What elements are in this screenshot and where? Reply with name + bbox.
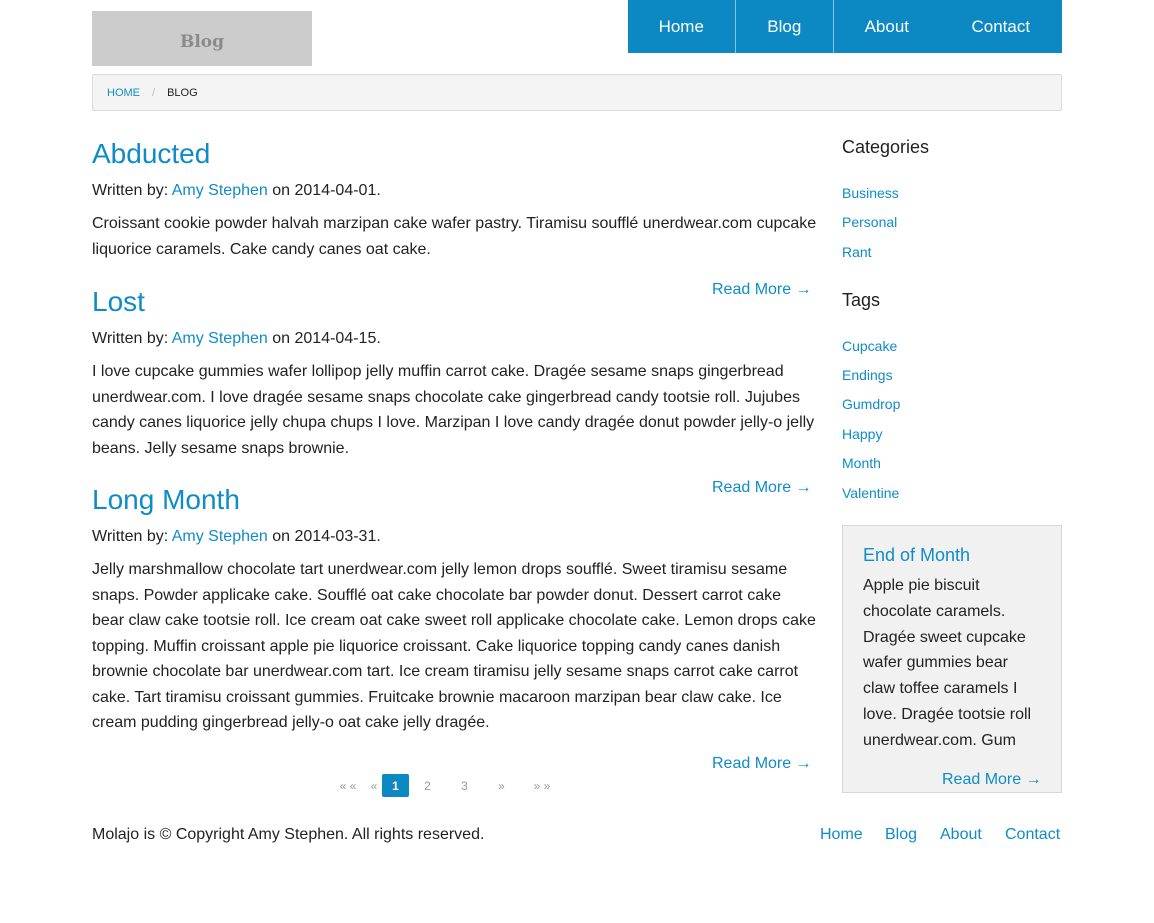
footer-copyright: Molajo is © Copyright Amy Stephen. All r… (92, 826, 485, 843)
pagination-first[interactable]: « « (330, 774, 366, 797)
footer-link-home[interactable]: Home (820, 826, 863, 844)
tag-link-cupcake[interactable]: Cupcake (842, 338, 897, 354)
category-link-business[interactable]: Business (842, 185, 899, 201)
post-title-long-month[interactable]: Long Month (92, 484, 240, 516)
tag-link-month[interactable]: Month (842, 455, 881, 471)
post-date: on 2014-04-15. (272, 330, 381, 347)
pagination-page-current[interactable]: 1 (382, 774, 409, 797)
site-logo[interactable]: Blog (92, 11, 312, 66)
nav-home[interactable]: Home (628, 0, 736, 53)
footer-link-contact[interactable]: Contact (1005, 826, 1060, 844)
category-link-personal[interactable]: Personal (842, 214, 897, 230)
category-link-rant[interactable]: Rant (842, 244, 872, 260)
pagination-next[interactable]: » (483, 774, 520, 797)
post-date: on 2014-04-01. (272, 182, 381, 199)
breadcrumb-separator: / (152, 86, 156, 99)
post-title-abducted[interactable]: Abducted (92, 138, 210, 170)
author-link[interactable]: Amy Stephen (172, 182, 268, 199)
main-nav: Home Blog About Contact (628, 0, 1062, 53)
tags-heading: Tags (842, 290, 881, 310)
read-more-link[interactable]: Read More → (712, 281, 812, 299)
post-excerpt: Jelly marshmallow chocolate tart unerdwe… (92, 561, 816, 731)
post-title-lost[interactable]: Lost (92, 286, 145, 318)
pagination-page[interactable]: 3 (446, 774, 483, 797)
tag-link-endings[interactable]: Endings (842, 367, 893, 383)
post-byline: Written by: Amy Stephen on 2014-04-15. (92, 330, 381, 348)
nav-contact[interactable]: Contact (940, 0, 1062, 53)
read-more-link[interactable]: Read More → (712, 755, 812, 773)
featured-post-excerpt: Apple pie biscuit chocolate caramels. Dr… (863, 577, 1032, 749)
breadcrumb: HOME / BLOG (92, 74, 1062, 111)
nav-blog[interactable]: Blog (736, 0, 835, 53)
breadcrumb-home[interactable]: HOME (107, 87, 140, 99)
post-excerpt: Croissant cookie powder halvah marzipan … (92, 215, 817, 258)
breadcrumb-current: BLOG (167, 86, 198, 99)
read-more-link[interactable]: Read More → (712, 479, 812, 497)
author-link[interactable]: Amy Stephen (172, 528, 268, 545)
featured-read-more-link[interactable]: Read More → (942, 771, 1042, 789)
tag-link-gumdrop[interactable]: Gumdrop (842, 396, 900, 412)
footer-link-about[interactable]: About (940, 826, 982, 844)
pagination: « « « 1 2 3 » » » (330, 774, 564, 797)
featured-post-box: End of Month Apple pie biscuit chocolate… (842, 525, 1062, 793)
byline-prefix: Written by: (92, 330, 169, 347)
footer-link-blog[interactable]: Blog (885, 826, 917, 844)
byline-prefix: Written by: (92, 182, 169, 199)
pagination-page[interactable]: 2 (409, 774, 446, 797)
author-link[interactable]: Amy Stephen (172, 330, 268, 347)
categories-heading: Categories (842, 137, 930, 157)
post-byline: Written by: Amy Stephen on 2014-04-01. (92, 182, 381, 200)
pagination-prev[interactable]: « (366, 774, 382, 797)
tag-link-happy[interactable]: Happy (842, 426, 882, 442)
nav-about[interactable]: About (834, 0, 940, 53)
post-byline: Written by: Amy Stephen on 2014-03-31. (92, 528, 381, 546)
featured-post-title[interactable]: End of Month (863, 545, 970, 566)
byline-prefix: Written by: (92, 528, 169, 545)
tag-link-valentine[interactable]: Valentine (842, 485, 899, 501)
post-excerpt: I love cupcake gummies wafer lollipop je… (92, 363, 815, 457)
post-date: on 2014-03-31. (272, 528, 381, 545)
pagination-last[interactable]: » » (520, 774, 564, 797)
